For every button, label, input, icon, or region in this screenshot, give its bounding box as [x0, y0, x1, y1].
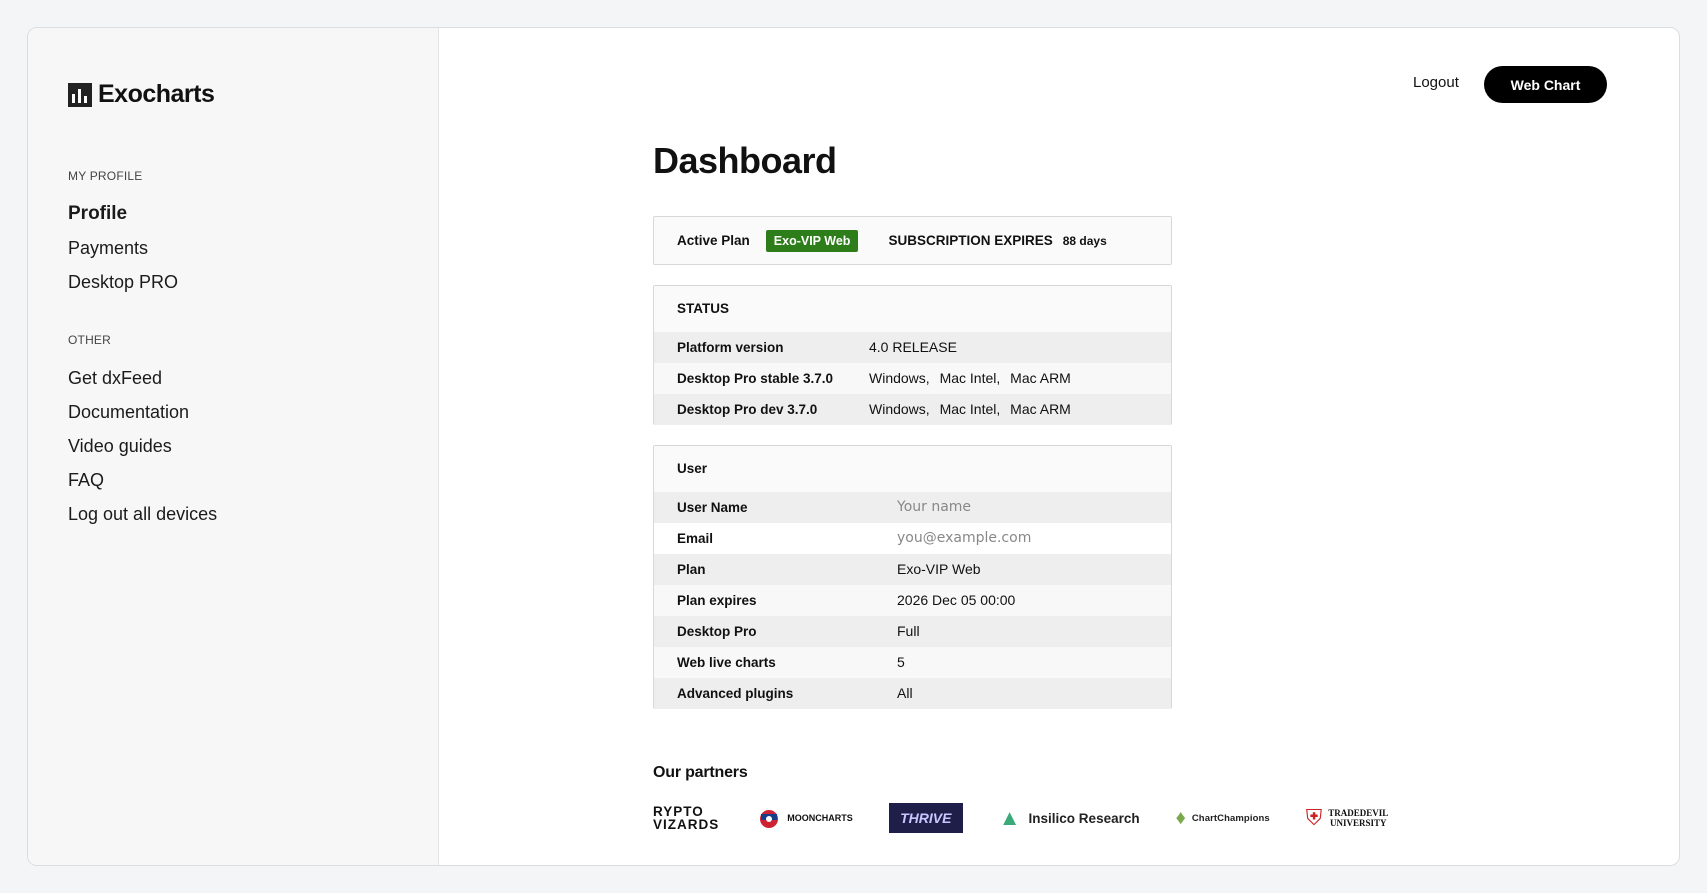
status-key: Platform version [677, 340, 784, 355]
active-plan-label: Active Plan [677, 233, 750, 248]
logo-icon [68, 82, 92, 107]
user-value: Full [897, 623, 920, 639]
mooncharts-icon [755, 806, 783, 830]
partner-chartchampions-name: ChartChampions [1191, 812, 1270, 824]
my-profile-section: MY PROFILE Profile Payments Desktop PRO [68, 169, 178, 299]
user-value: 2026 Dec 05 00:00 [897, 592, 1016, 608]
user-header: User [677, 461, 708, 476]
sidebar-item-faq[interactable]: FAQ [68, 463, 217, 497]
sidebar-item-profile[interactable]: Profile [68, 197, 178, 231]
partner-tradedevil-line1: TRADEDEVIL [1328, 808, 1389, 818]
user-card: User User Name Email Plan Exo-VIP Web Pl… [653, 445, 1172, 709]
partners-title: Our partners [653, 764, 748, 781]
partners-strip: RYPTO VIZARDS MOONCHARTS THRIVE ▲ Insili… [653, 800, 1424, 836]
partner-insilico[interactable]: ▲ Insilico Research [999, 805, 1140, 831]
sidebar-item-desktop-pro[interactable]: Desktop PRO [68, 265, 178, 299]
partner-tradedevil[interactable]: ⛨ TRADEDEVIL UNIVERSITY [1306, 805, 1389, 831]
chartchampions-icon: ♦ [1175, 806, 1186, 829]
user-name-row: User Name [654, 492, 1171, 523]
user-value: All [897, 685, 913, 701]
partner-mooncharts-name: MOONCHARTS [787, 813, 853, 823]
user-name-label: User Name [677, 500, 748, 515]
user-row: Desktop Pro Full [654, 616, 1171, 647]
email-row: Email [654, 523, 1171, 554]
sidebar: Exocharts MY PROFILE Profile Payments De… [28, 28, 439, 865]
partner-insilico-name: Insilico Research [1028, 810, 1140, 826]
partner-thrive-name: THRIVE [900, 810, 952, 826]
my-profile-header: MY PROFILE [68, 169, 143, 183]
download-windows-link[interactable]: Windows, [869, 370, 930, 386]
page-title: Dashboard [653, 140, 837, 181]
download-mac-arm-link[interactable]: Mac ARM [1010, 370, 1071, 386]
thrive-logo: THRIVE [888, 803, 963, 833]
user-value: 5 [897, 654, 905, 670]
partner-mooncharts[interactable]: MOONCHARTS [755, 806, 853, 830]
user-row: Plan expires 2026 Dec 05 00:00 [654, 585, 1171, 616]
subscription-expires-value: 88 days [1062, 233, 1107, 248]
status-key: Desktop Pro stable 3.7.0 [677, 371, 834, 386]
user-row: Advanced plugins All [654, 678, 1171, 709]
other-section: OTHER Get dxFeed Documentation Video gui… [68, 333, 217, 531]
status-row: Platform version 4.0 RELEASE [654, 332, 1171, 363]
brand-name: Exocharts [98, 80, 215, 108]
user-key: Plan [677, 562, 706, 577]
email-label: Email [677, 531, 714, 546]
user-key: Web live charts [677, 655, 776, 670]
sidebar-item-documentation[interactable]: Documentation [68, 395, 217, 429]
logout-link[interactable]: Logout [1413, 74, 1459, 91]
status-header: STATUS [677, 301, 729, 316]
user-row: Plan Exo-VIP Web [654, 554, 1171, 585]
active-plan-card: Active Plan Exo-VIP Web SUBSCRIPTION EXP… [653, 216, 1172, 265]
tradedevil-shield-icon: ⛨ [1305, 805, 1323, 830]
status-key: Desktop Pro dev 3.7.0 [677, 402, 818, 417]
status-row: Desktop Pro dev 3.7.0 Windows, Mac Intel… [654, 394, 1171, 425]
sidebar-item-get-dxfeed[interactable]: Get dxFeed [68, 361, 217, 395]
status-value: 4.0 RELEASE [869, 339, 957, 355]
user-key: Advanced plugins [677, 686, 794, 701]
partner-thrive-labs[interactable]: THRIVE [888, 803, 963, 833]
partner-tradedevil-line2: UNIVERSITY [1330, 818, 1387, 828]
other-header: OTHER [68, 333, 111, 347]
user-name-input[interactable] [897, 492, 1117, 521]
user-key: Desktop Pro [677, 624, 757, 639]
download-windows-link[interactable]: Windows, [869, 401, 930, 417]
sidebar-item-video-guides[interactable]: Video guides [68, 429, 217, 463]
subscription-expires-label: SUBSCRIPTION EXPIRES [888, 233, 1053, 248]
plan-badge: Exo-VIP Web [765, 229, 859, 252]
download-mac-intel-link[interactable]: Mac Intel, [940, 401, 1001, 417]
user-key: Plan expires [677, 593, 757, 608]
status-card: STATUS Platform version 4.0 RELEASE Desk… [653, 285, 1172, 425]
user-value: Exo-VIP Web [897, 561, 981, 577]
status-row: Desktop Pro stable 3.7.0 Windows, Mac In… [654, 363, 1171, 394]
user-row: Web live charts 5 [654, 647, 1171, 678]
partner-chartchampions[interactable]: ♦ ChartChampions [1176, 807, 1270, 830]
insilico-icon: ▲ [998, 805, 1021, 830]
sidebar-item-logout-all[interactable]: Log out all devices [68, 497, 217, 531]
partner-crypto-line2: VIZARDS [653, 817, 720, 832]
sidebar-item-payments[interactable]: Payments [68, 231, 178, 265]
download-mac-intel-link[interactable]: Mac Intel, [940, 370, 1001, 386]
download-mac-arm-link[interactable]: Mac ARM [1010, 401, 1071, 417]
web-chart-button[interactable]: Web Chart [1484, 66, 1607, 103]
email-input[interactable] [897, 523, 1117, 552]
brand-logo[interactable]: Exocharts [68, 80, 215, 109]
partner-crypto-wizards[interactable]: RYPTO VIZARDS [653, 805, 720, 832]
